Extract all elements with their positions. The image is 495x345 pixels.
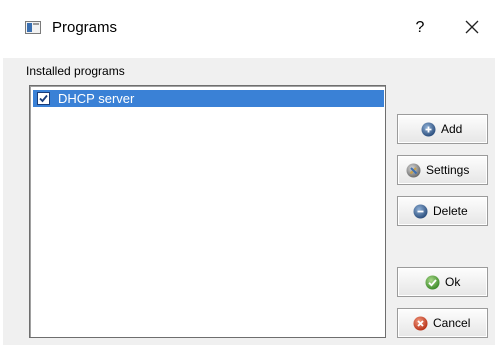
list-item[interactable]: DHCP server [33, 90, 384, 107]
window-title: Programs [52, 19, 118, 36]
checkmark-icon [39, 94, 48, 103]
cancel-button[interactable]: Cancel [397, 308, 488, 338]
add-icon [421, 122, 436, 137]
ok-icon [425, 275, 440, 290]
delete-button[interactable]: Delete [397, 196, 488, 226]
programs-listbox[interactable]: DHCP server [29, 85, 386, 338]
settings-icon [406, 163, 421, 178]
cancel-label: Cancel [433, 316, 471, 330]
close-button[interactable] [458, 16, 486, 40]
program-label: DHCP server [58, 91, 135, 106]
ok-button[interactable]: Ok [397, 267, 488, 297]
window-icon [25, 21, 41, 34]
help-button[interactable]: ? [408, 17, 432, 39]
title-bar: Programs ? [0, 0, 495, 58]
installed-programs-label: Installed programs [26, 64, 125, 78]
add-label: Add [441, 122, 463, 136]
add-button[interactable]: Add [397, 114, 488, 144]
settings-button[interactable]: Settings [397, 155, 488, 185]
delete-icon [413, 204, 428, 219]
delete-label: Delete [433, 204, 468, 218]
ok-label: Ok [445, 275, 461, 289]
cancel-icon [413, 316, 428, 331]
program-checkbox[interactable] [37, 92, 50, 105]
settings-label: Settings [426, 163, 470, 177]
close-icon [465, 20, 479, 34]
